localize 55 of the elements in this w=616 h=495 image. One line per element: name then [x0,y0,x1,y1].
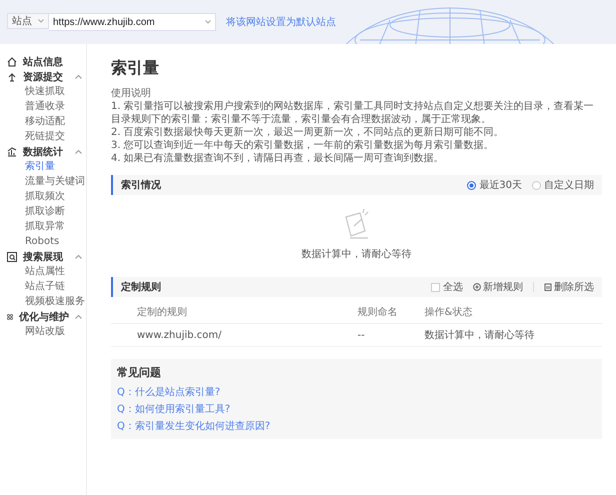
plus-circle-icon [473,283,481,291]
date-range-radio[interactable]: 最近30天 [467,178,522,192]
sidebar-item[interactable]: 视频极速服务 [0,294,86,309]
section-title: 索引情况 [121,178,161,192]
sidebar-group[interactable]: 站点信息 [0,54,86,69]
faq-link[interactable]: Q：什么是站点索引量? [117,384,220,401]
sidebar-item[interactable]: 快速抓取 [0,84,86,99]
section-title: 定制规则 [121,280,161,294]
trash-icon [544,283,552,291]
usage-label: 使用说明 [111,87,152,100]
sidebar-item[interactable]: 索引量 [0,159,86,174]
sidebar-group[interactable]: 资源提交 [0,69,86,84]
sidebar-item[interactable]: 普通收录 [0,99,86,114]
column-header: 规则命名 [356,301,424,324]
delete-selected-button[interactable]: 删除所选 [544,280,594,294]
sidebar-item[interactable]: 死链提交 [0,129,86,144]
sidebar-item[interactable]: Robots [0,234,86,249]
column-header: 操作&状态 [423,301,602,324]
sidebar-item[interactable]: 抓取频次 [0,189,86,204]
table-cell: 数据计算中，请耐心等待 [423,324,602,346]
empty-message: 数据计算中，请耐心等待 [302,248,412,261]
sidebar-item[interactable]: 站点子链 [0,279,86,294]
column-header: 定制的规则 [111,301,356,324]
sidebar-group[interactable]: 搜索展现 [0,249,86,264]
site-type-dropdown[interactable]: 站点 [7,13,49,29]
faq-link[interactable]: Q：如何使用索引量工具? [117,401,230,418]
date-range-radio[interactable]: 自定义日期 [532,178,594,192]
upload-icon [7,72,17,82]
sidebar-item[interactable]: 抓取诊断 [0,204,86,219]
sidebar-group[interactable]: 优化与维护 [0,309,86,324]
usage-note: 1. 索引量指可以被搜索用户搜索到的网站数据库，索引量工具同时支持站点自定义想要关注的目录，查看某一目录规则下的索引量；索引量不等于流量，索引量会有合理数据波动，属于正常现象。 [111,100,595,126]
select-all-checkbox[interactable]: 全选 [431,280,463,294]
table-cell: www.zhujib.com/ [111,324,356,346]
site-url-dropdown[interactable]: https://www.zhujib.com [49,13,216,31]
faq-title: 常见问题 [117,365,161,380]
usage-note: 4. 如果已有流量数据查询不到，请隔日再查，最长间隔一周可查询到数据。 [111,152,445,165]
add-rule-button[interactable]: 新增规则 [473,280,523,294]
sidebar-group[interactable]: 数据统计 [0,144,86,159]
table-cell: -- [356,324,424,346]
chart-icon [7,146,17,156]
usage-note: 3. 您可以查询到近一年中每天的索引量数据，一年前的索引量数据为每月索引量数据。 [111,139,495,152]
caret-icon [205,20,211,24]
sidebar-item[interactable]: 站点属性 [0,264,86,279]
caret-icon [38,19,44,23]
home-icon [7,56,17,66]
sidebar-item[interactable]: 流量与关键词 [0,174,86,189]
sidebar-item[interactable]: 移动适配 [0,114,86,129]
grid-icon [7,312,13,322]
page-title: 索引量 [111,58,160,79]
set-default-site-link[interactable]: 将该网站设置为默认站点 [226,15,336,29]
search-icon [7,252,17,262]
sidebar-item[interactable]: 网站改版 [0,324,86,339]
faq-link[interactable]: Q：索引量发生变化如何进查原因? [117,418,270,435]
sidebar-item[interactable]: 抓取异常 [0,219,86,234]
usage-note: 2. 百度索引数据最快每天更新一次，最迟一周更新一次，不同站点的更新日期可能不同。 [111,126,505,139]
